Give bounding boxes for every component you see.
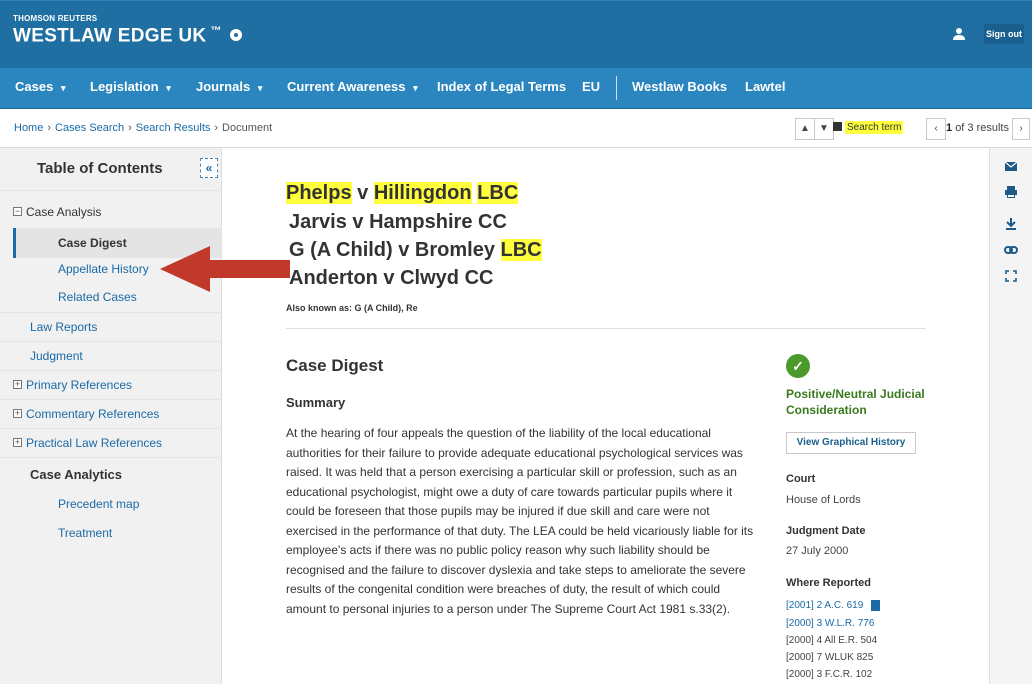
sign-out-button[interactable]: Sign out xyxy=(984,24,1024,44)
report-citation: [2000] 3 F.C.R. 102 xyxy=(786,669,873,680)
toc-divider xyxy=(0,190,222,191)
judgment-date-label: Judgment Date xyxy=(786,525,866,537)
brand-logo[interactable]: WESTLAW EDGE UK ™ xyxy=(13,25,242,47)
nav-cases[interactable]: Cases ▾ xyxy=(15,79,65,94)
case-title-phelps: Phelps v Hillingdon LBC xyxy=(286,182,519,204)
toc-divider xyxy=(0,428,222,429)
print-icon[interactable] xyxy=(1004,186,1018,198)
brand-publisher: THOMSON REUTERS xyxy=(13,14,98,23)
download-icon[interactable] xyxy=(1004,218,1018,230)
also-known-as: Also known as: G (A Child), Re xyxy=(286,303,418,313)
toc-divider xyxy=(0,370,222,371)
chevron-down-icon: ▾ xyxy=(166,83,171,93)
search-term-toggle[interactable]: Search term xyxy=(833,121,904,134)
next-result-button[interactable]: › xyxy=(1012,118,1030,140)
toc-title: Table of Contents xyxy=(37,160,163,177)
expand-icon: + xyxy=(13,379,22,390)
summary-heading: Summary xyxy=(286,395,346,410)
case-title-jarvis: Jarvis v Hampshire CC xyxy=(289,211,507,233)
nav-legislation[interactable]: Legislation ▾ xyxy=(90,79,171,94)
header-divider xyxy=(286,328,926,329)
report-link[interactable]: [2000] 3 W.L.R. 776 xyxy=(786,618,874,629)
email-icon[interactable] xyxy=(1004,160,1018,172)
court-label: Court xyxy=(786,473,816,485)
status-check-icon: ✓ xyxy=(786,354,810,378)
link-icon[interactable] xyxy=(1004,244,1018,256)
toc-judgment[interactable]: Judgment xyxy=(30,349,83,363)
chevron-left-icon: ‹ xyxy=(934,123,938,134)
report-citation: [2000] 7 WLUK 825 xyxy=(786,652,874,663)
court-value: House of Lords xyxy=(786,494,861,506)
pdf-icon[interactable] xyxy=(871,600,881,611)
expand-icon: + xyxy=(13,408,22,419)
fullscreen-icon[interactable] xyxy=(1004,270,1018,282)
next-term-button[interactable]: ▼ xyxy=(814,118,834,140)
brand-name: WESTLAW EDGE UK xyxy=(13,25,207,47)
nav-westlaw-books[interactable]: Westlaw Books xyxy=(632,79,727,94)
toc-precedent-map[interactable]: Precedent map xyxy=(58,497,139,511)
toc-related-cases[interactable]: Related Cases xyxy=(58,290,137,304)
breadcrumb-document: Document xyxy=(222,122,273,134)
expand-icon: + xyxy=(13,437,22,448)
case-title-anderton: Anderton v Clwyd CC xyxy=(289,267,494,289)
collapse-toc-button[interactable]: « xyxy=(200,158,218,178)
toc-divider xyxy=(0,312,222,313)
breadcrumb-cases-search[interactable]: Cases Search xyxy=(55,122,124,134)
toc-divider xyxy=(0,341,222,342)
trademark-mark: ™ xyxy=(210,25,222,37)
nav-lawtel[interactable]: Lawtel xyxy=(745,79,785,94)
top-header: THOMSON REUTERS WESTLAW EDGE UK ™ Sign ou… xyxy=(0,0,1032,68)
chevron-down-icon: ▾ xyxy=(257,83,263,93)
user-icon[interactable] xyxy=(952,27,966,41)
judgment-date-value: 27 July 2000 xyxy=(786,545,849,557)
previous-term-button[interactable]: ▲ xyxy=(795,118,815,140)
toc-divider xyxy=(0,399,222,400)
toc-commentary-references[interactable]: + Commentary References xyxy=(13,407,159,421)
toc-treatment[interactable]: Treatment xyxy=(58,526,112,540)
chevron-up-icon: ▲ xyxy=(800,123,810,134)
toc-appellate-history[interactable]: Appellate History xyxy=(58,262,149,276)
chevron-down-icon: ▼ xyxy=(819,123,829,134)
report-citation: [2000] 4 All E.R. 504 xyxy=(786,635,878,646)
nav-current-awareness[interactable]: Current Awareness ▾ xyxy=(287,79,418,94)
collapse-icon: − xyxy=(13,206,22,217)
nav-index-of-legal-terms[interactable]: Index of Legal Terms xyxy=(437,79,566,94)
where-reported-label: Where Reported xyxy=(786,577,871,589)
nav-journals[interactable]: Journals ▾ xyxy=(196,79,262,94)
main-nav: Cases ▾ Legislation ▾ Journals ▾ Current… xyxy=(0,68,1032,109)
document-tools xyxy=(989,148,1032,684)
status-text[interactable]: Positive/Neutral Judicial Consideration xyxy=(786,386,936,418)
case-title-g-child: G (A Child) v Bromley LBC xyxy=(289,239,542,261)
view-graphical-history-button[interactable]: View Graphical History xyxy=(786,432,916,454)
chevron-down-icon: ▾ xyxy=(413,83,418,93)
toc-practical-law-references[interactable]: + Practical Law References xyxy=(13,436,162,450)
breadcrumb-home[interactable]: Home xyxy=(14,122,43,134)
toc-law-reports[interactable]: Law Reports xyxy=(30,320,97,334)
brand-dot-icon xyxy=(229,29,242,42)
nav-divider xyxy=(616,76,617,100)
chevron-down-icon: ▾ xyxy=(60,83,66,93)
section-title: Case Digest xyxy=(286,356,384,375)
breadcrumb-bar: Home › Cases Search › Search Results › Documen… xyxy=(0,110,1032,148)
toc-case-analytics[interactable]: Case Analytics xyxy=(30,467,122,482)
previous-result-button[interactable]: ‹ xyxy=(926,118,946,140)
toc-primary-references[interactable]: + Primary References xyxy=(13,378,132,392)
summary-text: At the hearing of four appeals the quest… xyxy=(286,426,754,616)
checkbox-icon xyxy=(833,121,842,131)
report-link[interactable]: [2001] 2 A.C. 619 xyxy=(786,600,881,611)
breadcrumb: Home › Cases Search › Search Results › Documen… xyxy=(14,122,273,134)
chevron-right-icon: › xyxy=(1019,123,1023,134)
toc-case-digest[interactable]: Case Digest xyxy=(58,236,127,250)
annotation-arrow-icon xyxy=(160,246,290,292)
nav-eu[interactable]: EU xyxy=(582,79,600,94)
result-counter: 1 of 3 results xyxy=(946,122,1009,134)
breadcrumb-search-results[interactable]: Search Results xyxy=(136,122,211,134)
toc-case-analysis[interactable]: − Case Analysis xyxy=(13,205,101,219)
toc-divider xyxy=(0,457,222,458)
